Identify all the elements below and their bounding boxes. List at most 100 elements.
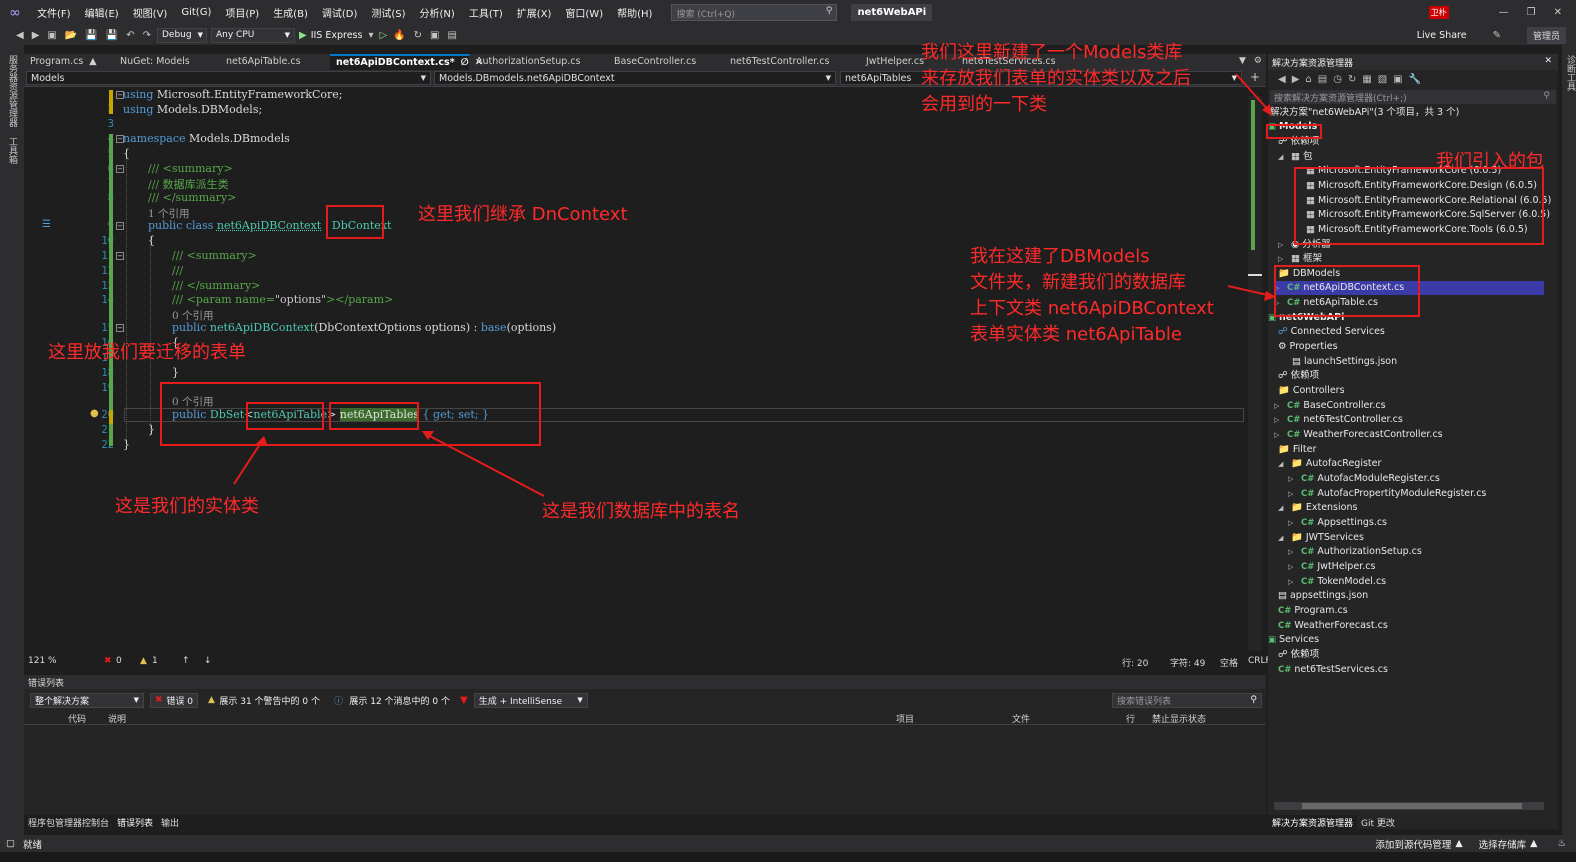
feedback-icon[interactable]: ✎ xyxy=(1491,30,1503,41)
col-suppression[interactable]: 禁止显示状态 xyxy=(1152,712,1206,725)
tree-item-dependencies[interactable]: ☍ 依赖项 xyxy=(1278,369,1319,383)
tree-item-autofacregister[interactable]: ◢ 📁 AutofacRegister xyxy=(1278,457,1381,471)
notification-bell-icon[interactable]: ♨ xyxy=(1557,838,1566,849)
pin-icon[interactable]: ∅ xyxy=(461,57,469,68)
menu-file[interactable]: 文件(F) xyxy=(30,5,78,20)
back-icon[interactable]: ◀ xyxy=(14,30,26,41)
scroll-thumb[interactable] xyxy=(1302,803,1522,809)
run-button[interactable]: IIS Express xyxy=(311,30,363,41)
next-issue-icon[interactable]: ↓ xyxy=(204,656,212,666)
col-code[interactable]: 代码 xyxy=(68,712,86,725)
tree-item-weatherforecast[interactable]: C# WeatherForecast.cs xyxy=(1278,619,1388,633)
tree-item-controllers[interactable]: 📁 Controllers xyxy=(1278,384,1345,398)
col-project[interactable]: 项目 xyxy=(896,712,914,725)
tree-item-tokenmodel[interactable]: ▷ C# TokenModel.cs xyxy=(1288,575,1386,589)
new-project-icon[interactable]: ▣ xyxy=(45,30,58,41)
expand-icon[interactable]: ▷ xyxy=(1274,428,1284,442)
layout-icon[interactable]: ▤ xyxy=(445,30,458,41)
select-repo-button[interactable]: 选择存储库 xyxy=(1479,837,1527,851)
forward-icon[interactable]: ▶ xyxy=(30,30,42,41)
split-add-icon[interactable]: + xyxy=(1250,70,1260,84)
home-icon[interactable]: ⌂ xyxy=(1305,74,1311,85)
col-description[interactable]: 说明 xyxy=(108,712,126,725)
save-all-icon[interactable]: 💾 xyxy=(104,30,120,41)
sync-icon[interactable]: ↻ xyxy=(1348,74,1356,85)
redo-icon[interactable]: ↷ xyxy=(141,30,153,41)
live-share-button[interactable]: Live Share xyxy=(1417,30,1467,41)
col-file[interactable]: 文件 xyxy=(1012,712,1030,725)
tab-net6testcontroller[interactable]: net6TestController.cs xyxy=(724,54,860,70)
tab-overflow-icon[interactable]: ▼ xyxy=(1235,54,1250,70)
forward-icon[interactable]: ▶ xyxy=(1292,74,1300,85)
tab-package-manager[interactable]: 程序包管理器控制台 xyxy=(24,815,113,829)
save-icon[interactable]: 💾 xyxy=(83,30,99,41)
pending-changes-icon[interactable]: ◷ xyxy=(1333,74,1342,85)
error-count[interactable]: 0 xyxy=(116,656,122,666)
tab-error-list[interactable]: 错误列表 xyxy=(113,815,158,829)
prev-issue-icon[interactable]: ↑ xyxy=(182,656,190,666)
warnings-filter-button[interactable]: ▲ 展示 31 个警告中的 0 个 xyxy=(204,693,324,708)
tab-basecontroller[interactable]: BaseController.cs xyxy=(608,54,724,70)
global-search-input[interactable]: 搜索 (Ctrl+Q) ⚲ xyxy=(671,4,838,21)
menu-tools[interactable]: 工具(T) xyxy=(462,5,510,20)
tree-item-net6testcontroller[interactable]: ▷ C# net6TestController.cs xyxy=(1274,413,1403,427)
run-dropdown-icon[interactable]: ▾ xyxy=(366,30,375,41)
tab-nuget[interactable]: NuGet: Models xyxy=(114,54,220,70)
tree-item-jwtservices[interactable]: ◢ 📁 JWTServices xyxy=(1278,531,1364,545)
tree-item-dependencies[interactable]: ☍ 依赖项 xyxy=(1278,648,1319,662)
menu-help[interactable]: 帮助(H) xyxy=(610,5,659,20)
tree-item-filter[interactable]: 📁 Filter xyxy=(1278,443,1316,457)
menu-test[interactable]: 测试(S) xyxy=(364,5,412,20)
tab-authorizationsetup[interactable]: AuthorizationSetup.cs xyxy=(470,54,608,70)
warning-icon[interactable]: ▲ xyxy=(140,656,147,666)
build-source-dropdown[interactable]: 生成 + IntelliSense ▼ xyxy=(473,692,588,708)
expand-icon[interactable]: ▷ xyxy=(1288,575,1298,589)
collapse-all-icon[interactable]: ▦ xyxy=(1362,74,1371,85)
browser-icon[interactable]: ▣ xyxy=(428,30,441,41)
config-dropdown[interactable]: Debug ▼ xyxy=(157,27,207,43)
collapse-icon[interactable]: ◢ xyxy=(1278,457,1288,471)
tab-net6apidbcontext[interactable]: net6ApiDBContext.cs* ∅ ✕ xyxy=(330,54,483,70)
tree-item-appsettings-cs[interactable]: ▷ C# Appsettings.cs xyxy=(1288,516,1387,530)
expand-icon[interactable]: ▷ xyxy=(1278,252,1288,266)
tree-item-net6testservices[interactable]: C# net6TestServices.cs xyxy=(1278,663,1388,677)
tree-item-basecontroller[interactable]: ▷ C# BaseController.cs xyxy=(1274,399,1386,413)
collapse-icon[interactable]: ◢ xyxy=(1278,501,1288,515)
menu-view[interactable]: 视图(V) xyxy=(126,5,175,20)
expand-icon[interactable]: ▷ xyxy=(1288,487,1298,501)
tree-item-weatherforecastcontroller[interactable]: ▷ C# WeatherForecastController.cs xyxy=(1274,428,1443,442)
class-dropdown[interactable]: Models.DBmodels.net6ApiDBContext ▼ xyxy=(434,71,836,85)
scope-dropdown[interactable]: 整个解决方案 ▼ xyxy=(30,692,144,708)
tree-item-autofacmoduleregister[interactable]: ▷ C# AutofacModuleRegister.cs xyxy=(1288,472,1440,486)
solution-root[interactable]: 解决方案"net6WebAPi"(3 个项目，共 3 个) xyxy=(1270,106,1459,120)
toolbox-tab[interactable]: 工具箱 xyxy=(6,137,19,164)
undo-icon[interactable]: ↶ xyxy=(124,30,136,41)
tree-item-autofacpropertitymoduleregister[interactable]: ▷ C# AutofacPropertityModuleRegister.cs xyxy=(1288,487,1486,501)
col-line[interactable]: 行 xyxy=(1126,712,1135,725)
minimize-icon[interactable]: — xyxy=(1499,7,1509,18)
errors-filter-button[interactable]: ✖ 错误 0 xyxy=(150,692,198,708)
collapse-icon[interactable]: ◢ xyxy=(1278,531,1288,545)
filter-icon[interactable]: ▼ xyxy=(460,695,468,706)
start-without-debug-icon[interactable]: ▷ xyxy=(379,30,387,41)
menu-debug[interactable]: 调试(D) xyxy=(315,5,365,20)
tree-item-launchsettings[interactable]: ▤ launchSettings.json xyxy=(1292,355,1397,369)
server-explorer-tab[interactable]: 服务器资源管理器 xyxy=(6,55,19,127)
platform-dropdown[interactable]: Any CPU ▼ xyxy=(211,27,295,43)
tree-item-frameworks[interactable]: ▷ ▦ 框架 xyxy=(1278,252,1322,266)
back-icon[interactable]: ◀ xyxy=(1278,74,1286,85)
menu-analyze[interactable]: 分析(N) xyxy=(413,5,462,20)
tree-item-properties[interactable]: ⚙ Properties xyxy=(1278,340,1338,354)
project-dropdown[interactable]: Models ▼ xyxy=(26,71,431,85)
expand-icon[interactable]: ▷ xyxy=(1278,238,1288,252)
solution-search-input[interactable]: 搜索解决方案资源管理器(Ctrl+;) ⚲ xyxy=(1270,90,1556,104)
tree-item-extensions[interactable]: ◢ 📁 Extensions xyxy=(1278,501,1357,515)
messages-filter-button[interactable]: ⓘ 展示 12 个消息中的 0 个 xyxy=(330,693,454,708)
horizontal-scrollbar[interactable] xyxy=(1274,802,1544,810)
vs-logo-icon[interactable]: ∞ xyxy=(0,5,30,21)
warning-count[interactable]: 1 xyxy=(152,656,158,666)
settings-icon[interactable]: ⚙ xyxy=(1250,54,1266,70)
tree-item-authorizationsetup[interactable]: ▷ C# AuthorizationSetup.cs xyxy=(1288,545,1422,559)
pin-icon[interactable]: ▲ xyxy=(89,56,96,68)
menu-git[interactable]: Git(G) xyxy=(174,7,218,18)
